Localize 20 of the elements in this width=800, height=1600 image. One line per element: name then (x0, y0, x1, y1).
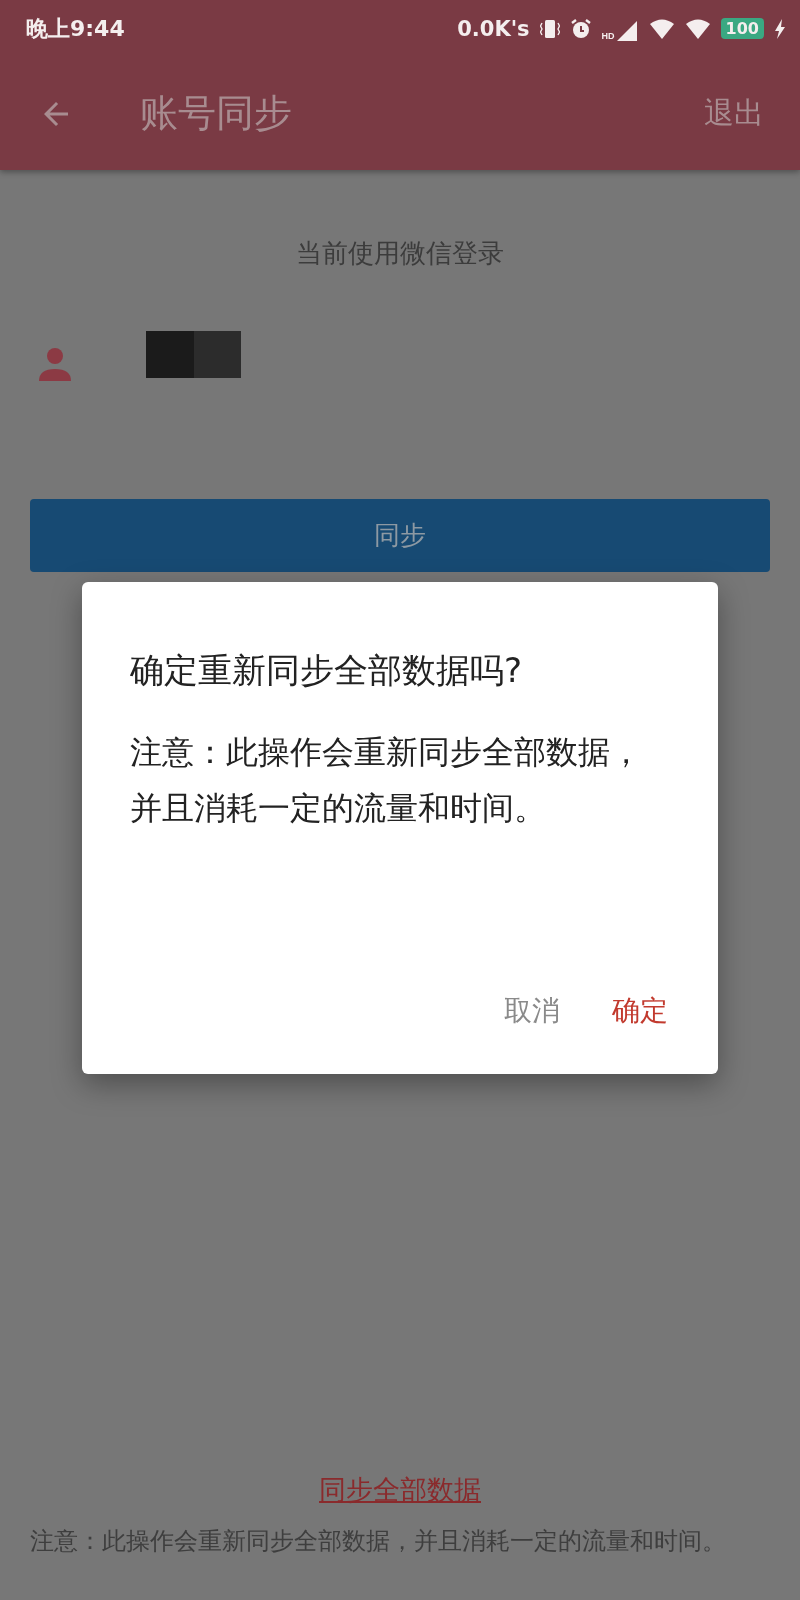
vibrate-icon (539, 17, 560, 40)
sync-button[interactable]: 同步 (30, 499, 770, 572)
sync-all-link[interactable]: 同步全部数据 (319, 1472, 481, 1508)
confirm-button[interactable]: 确定 (604, 982, 676, 1040)
alarm-icon (569, 17, 592, 40)
status-time: 晚上9:44 (26, 14, 125, 43)
screen-title: 账号同步 (140, 90, 293, 137)
user-icon (38, 347, 72, 381)
signal-label: HD (601, 30, 615, 41)
footer-note: 注意：此操作会重新同步全部数据，并且消耗一定的流量和时间。 (30, 1526, 727, 1557)
network-speed: 0.0K's (457, 16, 530, 41)
wifi-icon (648, 17, 675, 40)
wifi-icon (684, 17, 711, 40)
charging-icon (774, 17, 786, 40)
cancel-button[interactable]: 取消 (496, 982, 568, 1040)
dialog-message: 注意：此操作会重新同步全部数据，并且消耗一定的流量和时间。 (130, 732, 643, 829)
battery-level: 100 (720, 18, 764, 39)
logout-button[interactable]: 退出 (700, 89, 768, 138)
login-notice: 当前使用微信登录 (295, 237, 505, 270)
dialog-title: 确定重新同步全部数据吗? (130, 649, 524, 692)
